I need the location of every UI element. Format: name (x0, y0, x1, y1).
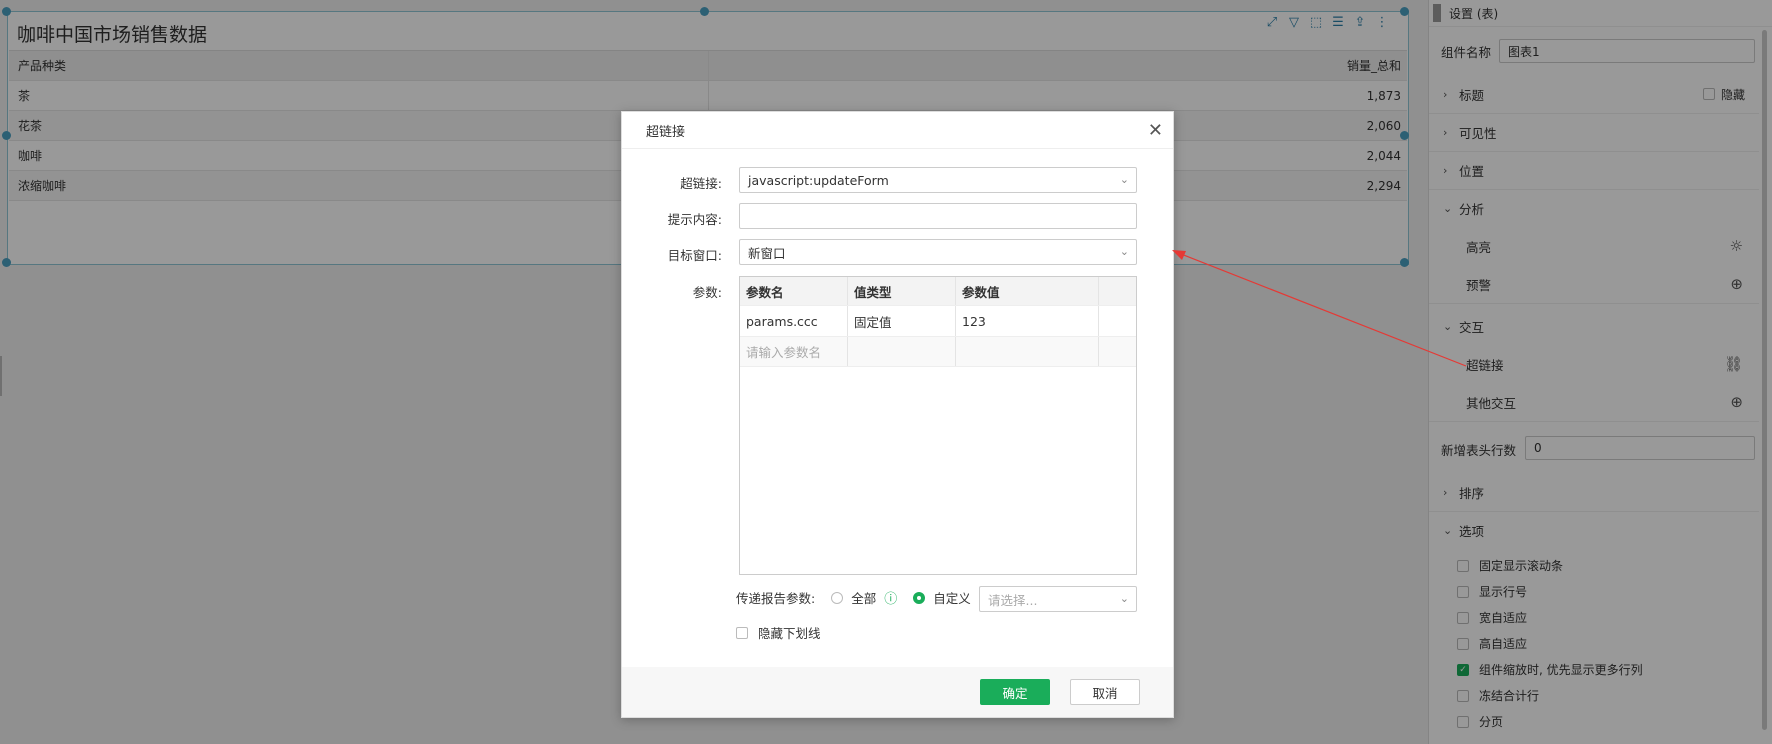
annotation-arrow (1172, 250, 1467, 367)
